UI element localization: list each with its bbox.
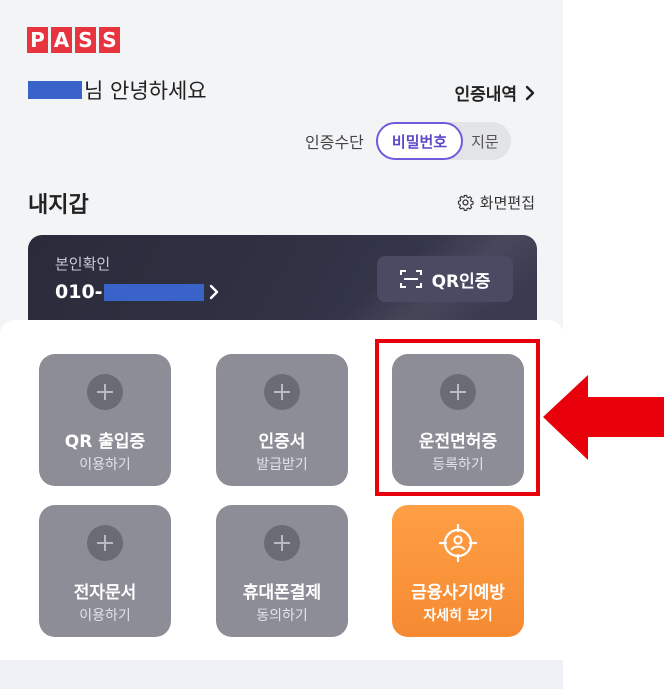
auth-history-label: 인증내역 bbox=[454, 85, 517, 105]
phone-number[interactable]: 010- bbox=[55, 281, 220, 303]
target-person-icon bbox=[438, 523, 478, 563]
tile-e-document[interactable]: 전자문서 이용하기 bbox=[39, 505, 171, 637]
gear-icon bbox=[457, 194, 474, 211]
qr-auth-label: QR인증 bbox=[431, 271, 491, 292]
edit-screen-label: 화면편집 bbox=[479, 194, 535, 212]
edit-screen-button[interactable]: 화면편집 bbox=[457, 192, 535, 213]
redacted-name bbox=[28, 81, 82, 99]
greeting-text: 님 안녕하세요 bbox=[84, 79, 207, 103]
logo-letter: S bbox=[75, 27, 96, 53]
logo-letter: P bbox=[27, 27, 48, 53]
logo-letter: A bbox=[51, 27, 72, 53]
plus-icon bbox=[87, 525, 123, 561]
auth-option-fingerprint[interactable]: 지문 bbox=[463, 131, 499, 152]
logo-letter: S bbox=[99, 27, 120, 53]
tile-subtitle: 자세히 보기 bbox=[423, 608, 493, 624]
red-arrow-icon bbox=[543, 375, 664, 460]
tile-qr-pass[interactable]: QR 출입증 이용하기 bbox=[39, 354, 171, 486]
auth-method-row: 인증수단 비밀번호 지문 bbox=[305, 122, 511, 160]
chevron-right-icon bbox=[209, 284, 218, 300]
tile-mobile-payment[interactable]: 휴대폰결제 동의하기 bbox=[216, 505, 348, 637]
plus-icon bbox=[264, 374, 300, 410]
redacted-phone bbox=[103, 283, 204, 301]
bottom-strip bbox=[0, 660, 563, 689]
chevron-right-icon bbox=[525, 85, 535, 100]
plus-icon bbox=[87, 374, 123, 410]
auth-history-link[interactable]: 인증내역 bbox=[454, 80, 535, 105]
auth-option-password[interactable]: 비밀번호 bbox=[375, 122, 464, 160]
tile-subtitle: 발급받기 bbox=[256, 457, 308, 473]
tile-subtitle: 이용하기 bbox=[79, 457, 131, 473]
tile-title: 휴대폰결제 bbox=[242, 583, 322, 603]
tile-subtitle: 동의하기 bbox=[256, 608, 308, 624]
qr-auth-button[interactable]: QR인증 bbox=[377, 256, 513, 302]
qr-scan-icon bbox=[399, 270, 422, 288]
highlight-box bbox=[375, 339, 540, 496]
pass-logo: P A S S bbox=[27, 27, 120, 53]
tile-title: 전자문서 bbox=[73, 583, 137, 603]
identity-card-label: 본인확인 bbox=[55, 255, 111, 273]
greeting: 님 안녕하세요 bbox=[28, 75, 207, 105]
tile-fraud-prevention[interactable]: 금융사기예방 자세히 보기 bbox=[392, 505, 524, 637]
phone-prefix: 010- bbox=[55, 281, 103, 303]
wallet-title: 내지갑 bbox=[28, 193, 89, 218]
auth-method-toggle[interactable]: 비밀번호 지문 bbox=[375, 122, 511, 160]
tile-title: QR 출입증 bbox=[64, 432, 146, 452]
auth-method-label: 인증수단 bbox=[305, 133, 364, 152]
app-root: P A S S 님 안녕하세요 인증내역 인증수단 비밀번호 지문 내지갑 화면… bbox=[0, 0, 664, 689]
tile-certificate[interactable]: 인증서 발급받기 bbox=[216, 354, 348, 486]
tile-title: 금융사기예방 bbox=[411, 583, 505, 603]
plus-icon bbox=[264, 525, 300, 561]
tile-title: 인증서 bbox=[258, 432, 306, 452]
tile-subtitle: 이용하기 bbox=[79, 608, 131, 624]
